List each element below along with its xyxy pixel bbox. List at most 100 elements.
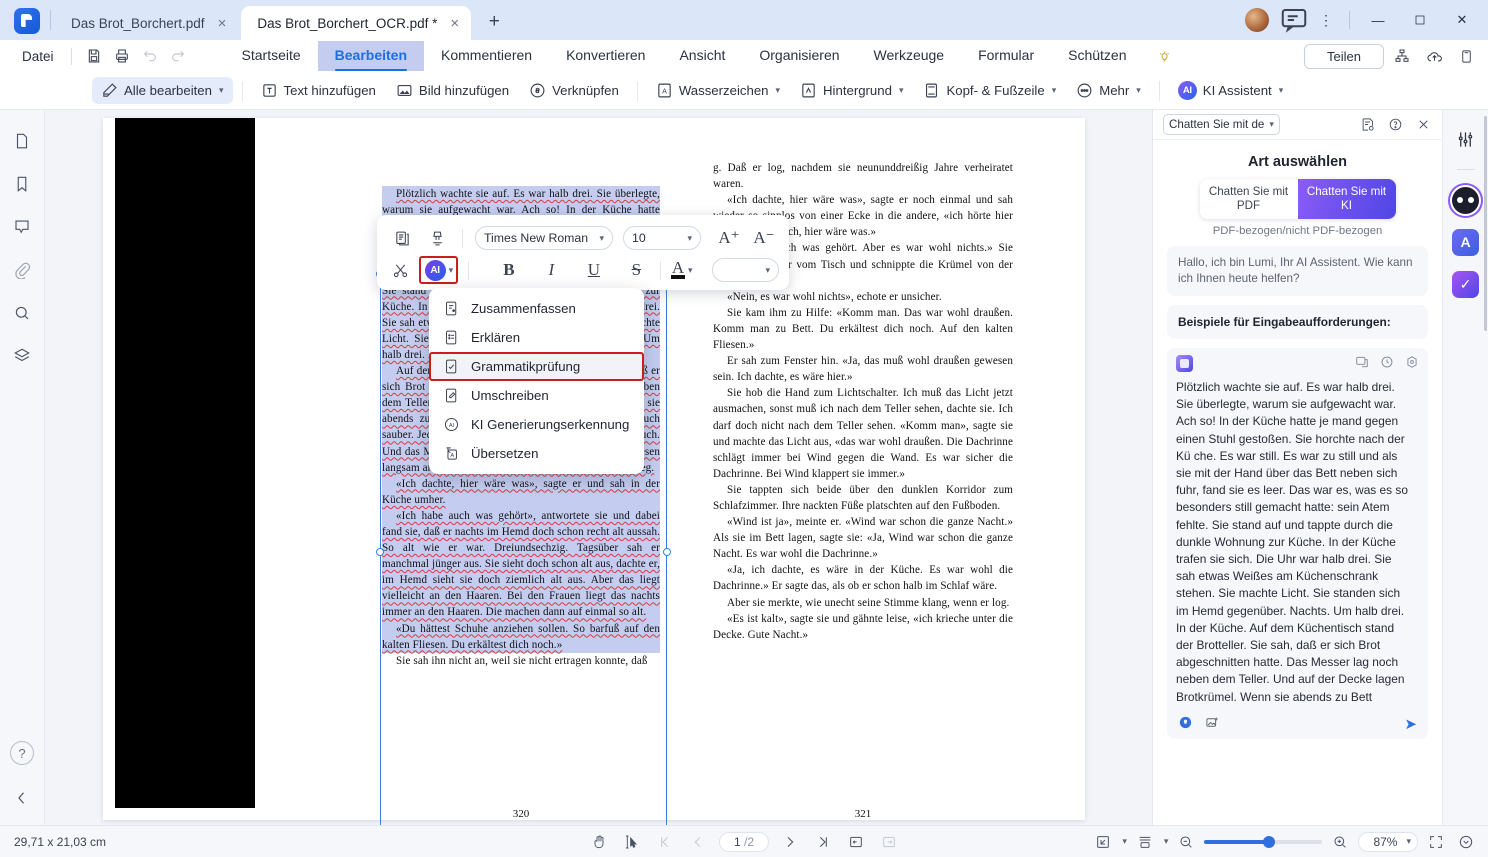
collapse-sidebar-icon[interactable] [9,785,35,811]
menu-tab-bearbeiten[interactable]: Bearbeiten [317,41,425,71]
help-icon[interactable] [1384,114,1406,136]
chat-history-icon[interactable] [1356,114,1378,136]
strikethrough-button[interactable]: S [623,260,650,280]
tab-das-brot-borchert[interactable]: Das Brot_Borchert.pdf × [55,6,241,40]
close-icon[interactable]: × [447,14,462,33]
floating-format-toolbar[interactable]: Times New Roman ▾ 10 ▾ A⁺ A⁻ AI ▾ B I U … [377,215,789,290]
clear-format-icon[interactable] [422,225,452,252]
history-clock-icon[interactable] [1380,355,1394,372]
zoom-in-icon[interactable] [1328,831,1352,853]
ai-menu-item-ki-generierungserkennung[interactable]: AI KI Generierungserkennung [429,410,644,439]
minimize-button[interactable]: — [1358,4,1398,36]
print-icon[interactable] [109,43,135,69]
ribbon-ki-assistent[interactable]: AI KI Assistent ▾ [1169,76,1292,105]
bookmarks-panel-icon[interactable] [9,171,35,197]
ribbon-alle-bearbeiten[interactable]: Alle bearbeiten ▾ [92,77,233,104]
share-button[interactable]: Teilen [1304,43,1384,69]
font-color-button[interactable]: A ▾ [670,259,693,279]
ai-menu-item-zusammenfassen[interactable]: Zusammenfassen [429,294,644,323]
page-number-input[interactable]: 1 /2 [718,831,770,852]
ai-tools-dropdown-menu[interactable]: Zusammenfassen Erklären Grammatikprüfung [429,288,644,474]
tips-bulb-icon[interactable] [1157,49,1172,64]
menu-tab-konvertieren[interactable]: Konvertieren [549,41,662,71]
last-page-icon[interactable] [811,831,835,853]
settings-sliders-icon[interactable] [1451,124,1481,154]
resize-handle-mr[interactable] [663,548,671,556]
fullscreen-icon[interactable] [1424,831,1448,853]
font-size-select[interactable]: 10 ▾ [623,226,701,250]
ai-menu-item-uebersetzen[interactable]: A Übersetzen [429,439,644,468]
redo-icon[interactable] [165,43,191,69]
page-layout-icon[interactable] [1133,831,1157,853]
ai-menu-item-erklaeren[interactable]: Erklären [429,323,644,352]
ribbon-mehr[interactable]: Mehr ▾ [1067,77,1150,104]
prompt-input-box[interactable]: Plötzlich wachte sie auf. Es war halb dr… [1167,116,1487,739]
ribbon-bild-hinzufuegen[interactable]: Bild hinzufügen [387,77,518,104]
italic-button[interactable]: I [538,260,565,280]
bold-button[interactable]: B [495,260,522,280]
first-page-icon[interactable] [653,831,677,853]
hand-tool-icon[interactable] [587,831,611,853]
cloud-upload-icon[interactable] [1420,43,1448,69]
ribbon-text-hinzufuegen[interactable]: Text hinzufügen [252,77,385,104]
mobile-icon[interactable] [1452,43,1480,69]
select-tool-icon[interactable] [620,831,644,853]
ai-menu-item-umschreiben[interactable]: Umschreiben [429,381,644,410]
close-icon[interactable]: × [215,14,230,33]
ribbon-kopf-fusszeile[interactable]: Kopf- & Fußzeile ▾ [914,77,1065,104]
ribbon-hintergrund[interactable]: Hintergrund ▾ [791,77,912,104]
document-viewport[interactable]: Plötzlich wachte sie auf. Es war halb dr… [45,110,1152,825]
ai-chatbot-icon[interactable] [1450,185,1481,215]
zoom-level-select[interactable]: 87% ▾ [1358,831,1418,852]
comments-panel-icon[interactable] [9,214,35,240]
help-icon[interactable]: ? [10,741,34,765]
menu-datei[interactable]: Datei [14,45,62,68]
increase-font-size-button[interactable]: A⁺ [714,228,744,248]
proofread-tool-icon[interactable]: ✓ [1451,269,1481,299]
cut-icon[interactable] [387,257,414,284]
attachments-panel-icon[interactable] [9,257,35,283]
new-tab-button[interactable]: + [479,7,509,37]
feedback-icon[interactable] [1279,5,1309,35]
more-menu-icon[interactable]: ⋮ [1311,5,1341,35]
zoom-slider-knob[interactable] [1263,835,1276,848]
ribbon-verknuepfen[interactable]: Verknüpfen [520,77,628,104]
continuous-view-icon[interactable] [877,831,901,853]
zoom-out-icon[interactable] [1174,831,1198,853]
page-fit-icon[interactable] [1091,831,1115,853]
menu-tab-formular[interactable]: Formular [961,41,1051,71]
chat-mode-select[interactable]: Chatten Sie mit de ▾ [1163,114,1280,135]
menu-tab-ansicht[interactable]: Ansicht [662,41,742,71]
menu-tab-werkzeuge[interactable]: Werkzeuge [857,41,962,71]
undo-icon[interactable] [137,43,163,69]
maximize-button[interactable] [1400,4,1440,36]
prev-page-icon[interactable] [686,831,710,853]
zoom-slider[interactable] [1204,835,1323,848]
expand-more-icon[interactable] [1454,831,1478,853]
close-window-button[interactable]: ✕ [1442,4,1482,36]
layers-panel-icon[interactable] [9,343,35,369]
ribbon-wasserzeichen[interactable]: A Wasserzeichen ▾ [647,77,789,104]
close-panel-icon[interactable] [1412,114,1434,136]
avatar[interactable] [1245,8,1269,32]
segment-chat-with-pdf[interactable]: Chatten Sie mit PDF [1199,179,1298,219]
prompt-textarea[interactable]: Plötzlich wachte sie auf. Es war halb dr… [1176,379,1419,709]
ai-tools-button[interactable]: AI ▾ [419,256,459,284]
settings-gear-icon[interactable] [1405,355,1419,372]
next-page-icon[interactable] [778,831,802,853]
pages-panel-icon[interactable] [9,128,35,154]
resize-handle-ml[interactable] [376,548,384,556]
save-icon[interactable] [81,43,107,69]
segment-chat-with-ai[interactable]: Chatten Sie mit KI [1297,179,1396,219]
highlight-color-select[interactable]: ▾ [711,258,779,282]
single-page-view-icon[interactable] [844,831,868,853]
menu-tab-kommentieren[interactable]: Kommentieren [424,41,549,71]
font-family-select[interactable]: Times New Roman ▾ [475,226,613,250]
decrease-font-size-button[interactable]: A⁻ [749,228,779,248]
search-panel-icon[interactable] [9,300,35,326]
new-chat-icon[interactable] [1355,355,1369,372]
chevron-down-icon[interactable]: ▾ [1122,836,1127,847]
send-message-icon[interactable]: ➤ [1404,715,1417,733]
ai-menu-item-grammatikpruefung[interactable]: Grammatikprüfung [429,352,644,381]
org-chart-icon[interactable] [1388,43,1416,69]
